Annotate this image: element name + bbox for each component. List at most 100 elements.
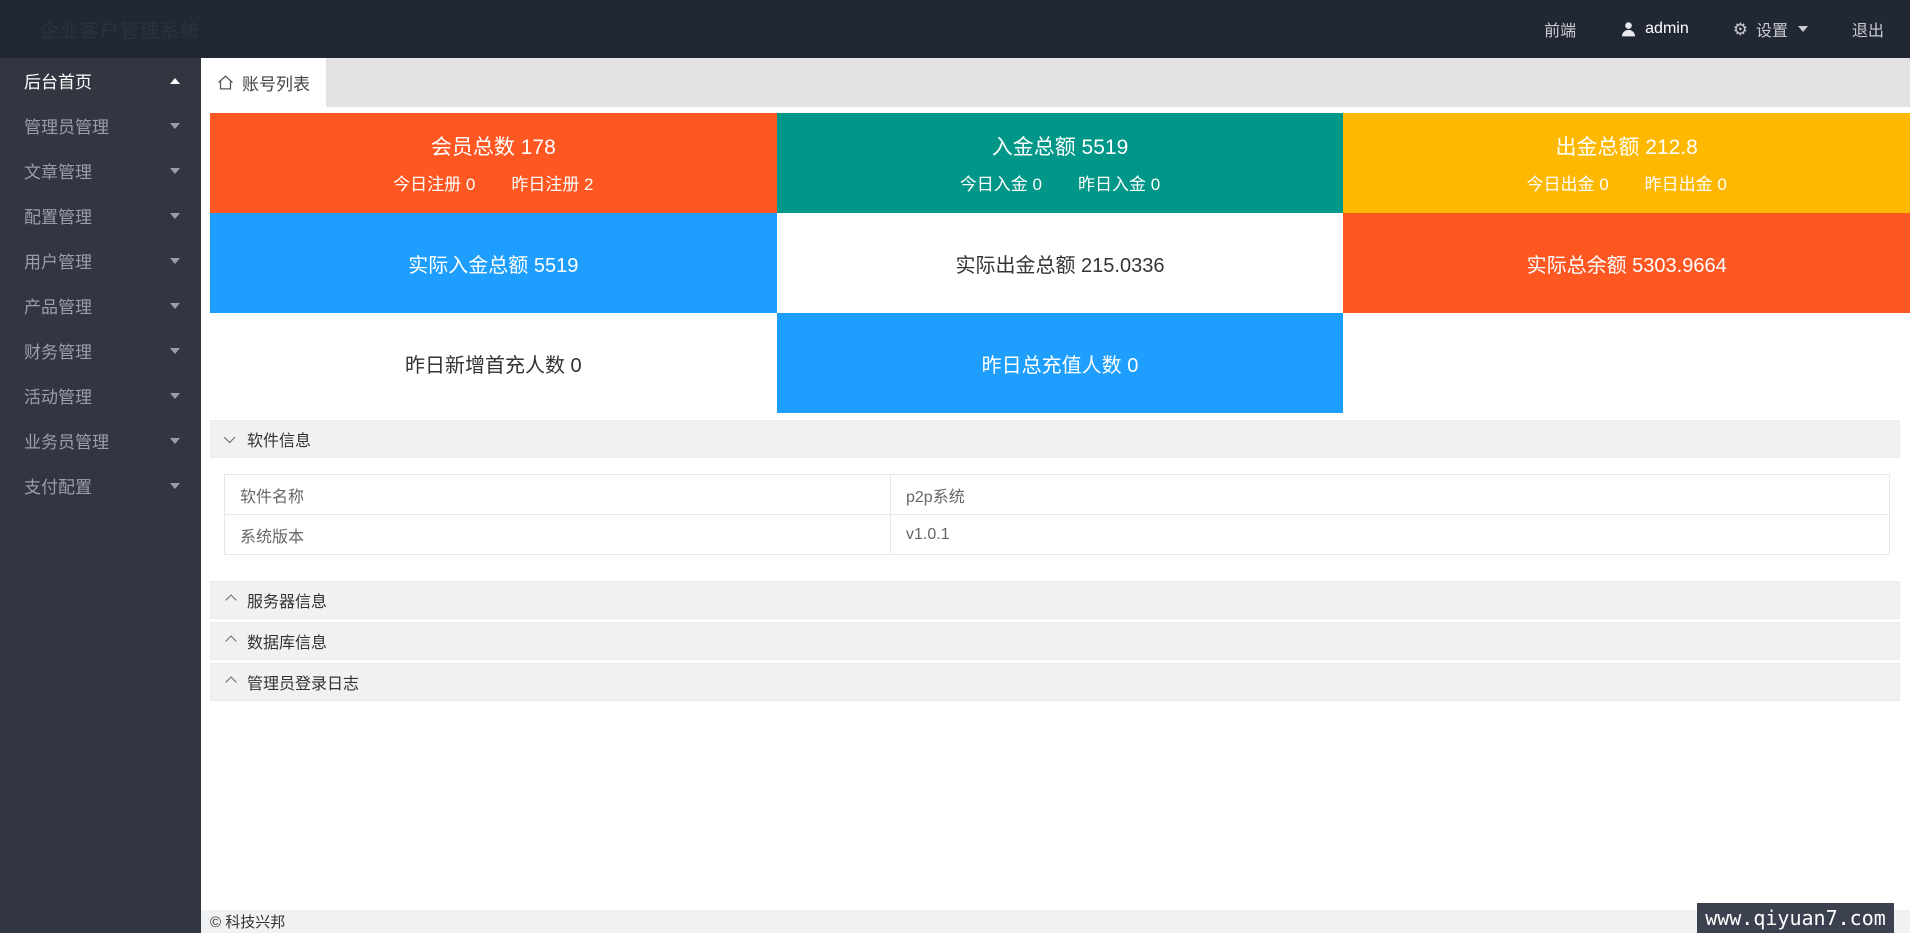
app-title: 企业客户管理系统	[40, 16, 200, 43]
tile-total-recharge: 昨日总充值人数 0	[777, 313, 1344, 413]
tile-subtitle: 今日出金 0 昨日出金 0	[1526, 170, 1726, 195]
sidebar-item-config[interactable]: 配置管理	[0, 193, 201, 238]
panel-title: 服务器信息	[247, 588, 327, 612]
caret-down-icon	[170, 303, 180, 309]
stat-tiles: 会员总数 178 今日注册 0 昨日注册 2 入金总额 5519 今日入金 0 …	[210, 113, 1910, 413]
tab-label: 账号列表	[242, 70, 310, 95]
table-row: 系统版本 v1.0.1	[225, 515, 1890, 555]
sidebar-item-label: 产品管理	[24, 293, 92, 318]
caret-down-icon	[170, 393, 180, 399]
caret-down-icon	[170, 483, 180, 489]
tile-empty	[1343, 313, 1910, 413]
user-icon	[1620, 21, 1637, 38]
sidebar-item-activities[interactable]: 活动管理	[0, 373, 201, 418]
tile-title: 昨日新增首充人数 0	[405, 349, 582, 378]
sidebar-item-users[interactable]: 用户管理	[0, 238, 201, 283]
software-info-table: 软件名称 p2p系统 系统版本 v1.0.1	[224, 474, 1890, 555]
chevron-right-icon	[225, 676, 236, 687]
frontend-link[interactable]: 前端	[1544, 17, 1576, 41]
sidebar-item-label: 配置管理	[24, 203, 92, 228]
sidebar-item-label: 用户管理	[24, 248, 92, 273]
sidebar: 后台首页 管理员管理 文章管理 配置管理 用户管理 产品管理 财务管理 活动管理…	[0, 58, 201, 933]
caret-up-icon	[170, 78, 180, 84]
tile-title: 入金总额 5519	[992, 131, 1129, 161]
tile-title: 会员总数 178	[431, 131, 556, 161]
info-panels: 软件信息 软件名称 p2p系统 系统版本 v1.0.1 服务器信息 数据库信息	[210, 420, 1900, 701]
settings-menu[interactable]: ⚙ 设置	[1733, 17, 1808, 41]
sidebar-item-label: 管理员管理	[24, 113, 109, 138]
row-value: p2p系统	[891, 475, 1890, 515]
sidebar-item-salesmen[interactable]: 业务员管理	[0, 418, 201, 463]
panel-title: 软件信息	[247, 427, 311, 451]
sidebar-item-label: 支付配置	[24, 473, 92, 498]
tile-actual-withdraw: 实际出金总额 215.0336	[777, 213, 1344, 313]
tile-title: 出金总额 212.8	[1555, 131, 1697, 161]
panel-header-server-info[interactable]: 服务器信息	[210, 581, 1900, 619]
chevron-right-icon	[225, 635, 236, 646]
sidebar-item-products[interactable]: 产品管理	[0, 283, 201, 328]
tile-title: 实际出金总额 215.0336	[956, 249, 1165, 278]
chevron-down-icon	[224, 432, 235, 443]
tile-sub-right: 昨日入金 0	[1078, 170, 1160, 195]
sidebar-item-home[interactable]: 后台首页	[0, 58, 201, 103]
panel-header-admin-login-log[interactable]: 管理员登录日志	[210, 663, 1900, 701]
tile-total-withdraw: 出金总额 212.8 今日出金 0 昨日出金 0	[1343, 113, 1910, 213]
watermark: www.qiyuan7.com	[1697, 903, 1894, 933]
tile-sub-left: 今日出金 0	[1526, 170, 1608, 195]
chevron-down-icon	[1798, 26, 1808, 32]
panel-body-software-info: 软件名称 p2p系统 系统版本 v1.0.1	[210, 458, 1900, 581]
frontend-link-label: 前端	[1544, 17, 1576, 41]
sidebar-item-finance[interactable]: 财务管理	[0, 328, 201, 373]
caret-down-icon	[170, 123, 180, 129]
sidebar-item-label: 活动管理	[24, 383, 92, 408]
sidebar-item-label: 财务管理	[24, 338, 92, 363]
sidebar-item-payment[interactable]: 支付配置	[0, 463, 201, 508]
panel-title: 管理员登录日志	[247, 670, 359, 694]
tile-subtitle: 今日入金 0 昨日入金 0	[960, 170, 1160, 195]
tile-first-recharge: 昨日新增首充人数 0	[210, 313, 777, 413]
sidebar-item-articles[interactable]: 文章管理	[0, 148, 201, 193]
logout-button[interactable]: 退出	[1852, 17, 1884, 41]
tile-actual-balance: 实际总余额 5303.9664	[1343, 213, 1910, 313]
tile-actual-deposit: 实际入金总额 5519	[210, 213, 777, 313]
settings-label: 设置	[1756, 17, 1788, 41]
caret-down-icon	[170, 348, 180, 354]
watermark-text: www.qiyuan7.com	[1705, 906, 1886, 930]
sidebar-item-label: 后台首页	[24, 68, 92, 93]
row-key: 软件名称	[225, 475, 891, 515]
panel-header-database-info[interactable]: 数据库信息	[210, 622, 1900, 660]
tile-sub-left: 今日入金 0	[960, 170, 1042, 195]
main-content: 账号列表 会员总数 178 今日注册 0 昨日注册 2 入金总额 5519 今日…	[201, 58, 1910, 933]
tile-sub-right: 昨日注册 2	[511, 170, 593, 195]
tile-title: 实际入金总额 5519	[408, 249, 578, 278]
tile-subtitle: 今日注册 0 昨日注册 2	[393, 170, 593, 195]
topbar-menu: 前端 admin ⚙ 设置 退出	[1544, 17, 1884, 41]
gear-icon: ⚙	[1733, 21, 1748, 38]
tile-total-members: 会员总数 178 今日注册 0 昨日注册 2	[210, 113, 777, 213]
sidebar-item-label: 业务员管理	[24, 428, 109, 453]
footer: © 科技兴邦	[201, 910, 1910, 933]
home-icon	[217, 74, 234, 91]
tile-sub-left: 今日注册 0	[393, 170, 475, 195]
topbar: 企业客户管理系统 前端 admin ⚙ 设置 退出	[0, 0, 1910, 58]
caret-down-icon	[170, 168, 180, 174]
tile-title: 实际总余额 5303.9664	[1527, 249, 1727, 278]
table-row: 软件名称 p2p系统	[225, 475, 1890, 515]
caret-down-icon	[170, 213, 180, 219]
tab-strip: 账号列表	[201, 58, 1910, 107]
panel-header-software-info[interactable]: 软件信息	[210, 420, 1900, 458]
logout-label: 退出	[1852, 17, 1884, 41]
user-menu[interactable]: admin	[1620, 20, 1689, 38]
panel-title: 数据库信息	[247, 629, 327, 653]
caret-down-icon	[170, 438, 180, 444]
sidebar-item-label: 文章管理	[24, 158, 92, 183]
tile-title: 昨日总充值人数 0	[982, 349, 1139, 378]
row-key: 系统版本	[225, 515, 891, 555]
username-label: admin	[1645, 20, 1689, 38]
caret-down-icon	[170, 258, 180, 264]
tab-account-list[interactable]: 账号列表	[201, 58, 326, 107]
copyright-text: © 科技兴邦	[210, 911, 285, 932]
tile-sub-right: 昨日出金 0	[1645, 170, 1727, 195]
row-value: v1.0.1	[891, 515, 1890, 555]
sidebar-item-admins[interactable]: 管理员管理	[0, 103, 201, 148]
